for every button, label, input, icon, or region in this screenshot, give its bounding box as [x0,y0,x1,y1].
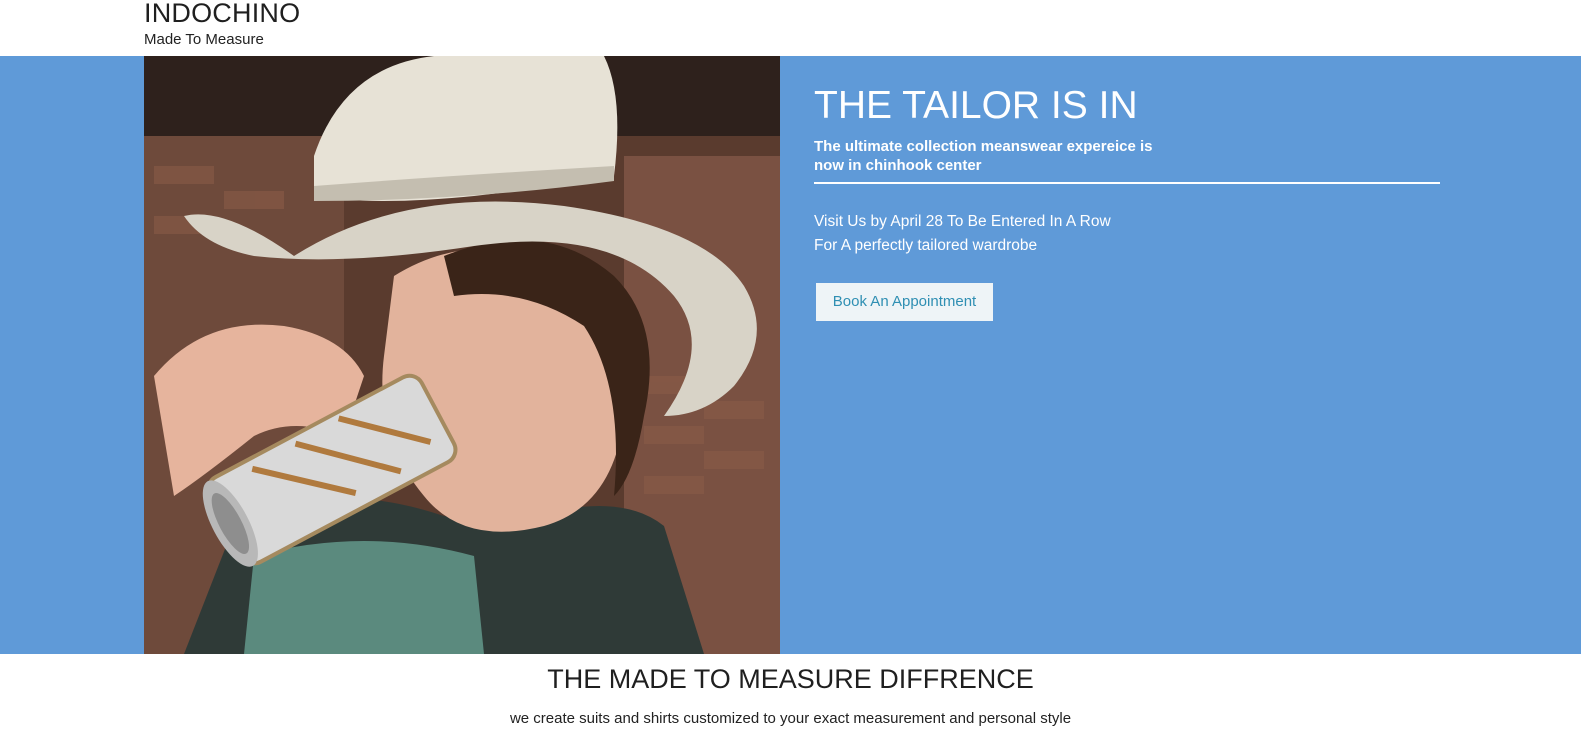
hero-text: Visit Us by April 28 To Be Entered In A … [814,210,1111,258]
site-header: INDOCHINO Made To Measure [0,0,1581,56]
hero-subtitle: The ultimate collection meanswear expere… [814,138,1153,174]
brand-tagline: Made To Measure [144,31,264,48]
hero-banner: THE TAILOR IS IN The ultimate collection… [0,56,1581,654]
section-title: THE MADE TO MEASURE DIFFRENCE [547,664,1034,694]
section-text: we create suits and shirts customized to… [509,710,1072,727]
hero-image [144,56,780,654]
hero-title: THE TAILOR IS IN [814,84,1138,127]
book-appointment-button[interactable]: Book An Appointment [816,283,993,321]
brand-logo[interactable]: INDOCHINO [144,0,300,30]
hero-divider [814,182,1440,184]
hero-line: Visit Us by April 28 To Be Entered In A … [814,213,1111,230]
hero-line: For A perfectly tailored wardrobe [814,237,1038,254]
